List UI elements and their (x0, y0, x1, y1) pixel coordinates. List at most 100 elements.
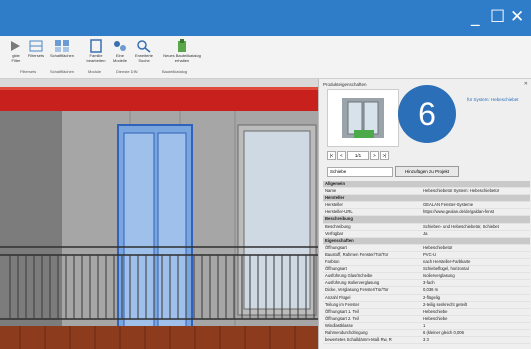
close-button[interactable]: ✕ (510, 7, 524, 27)
property-row[interactable]: Hersteller-URL https://www.gealan.de/de/g… (323, 209, 530, 217)
filter-icon (28, 39, 44, 53)
property-value: Schiebeflügel, horizontal (423, 266, 469, 272)
variant-select[interactable]: Schiebe (327, 167, 393, 177)
property-row[interactable]: Windlastklasse 1 (323, 323, 530, 330)
next-page-button[interactable]: > (370, 151, 379, 160)
property-key: Öffnungsart (325, 244, 347, 250)
minimize-button[interactable]: _ (471, 7, 480, 27)
property-key: Dicke, Verglasung Fenster/Tür/Tor (325, 287, 389, 293)
group-catalog: Bauteilkatalog (162, 69, 188, 74)
property-key: Name (325, 188, 337, 194)
panel-title: Produkteigenschaften (323, 82, 367, 87)
property-row[interactable]: Hersteller GEALAN Fenster-Systeme (323, 202, 530, 210)
property-row[interactable]: Ausführung Glas/Scheibe Isolierverglasung (323, 273, 530, 281)
property-key: Baustoff, Rahmen Fenster/Tür/Tor (325, 251, 389, 257)
property-row[interactable]: Ausführung Isolierverglasung 3-fach (323, 280, 530, 288)
property-value: Isolierverglasung (423, 273, 455, 279)
property-key: Öffnungsart 2. Teil (325, 315, 359, 321)
property-key: Beschreibung (325, 216, 353, 222)
property-value: 2-teilig senkrecht geteilt (423, 301, 467, 307)
property-value: Hebeschiebetür System: Hebeschiebetür (423, 188, 500, 194)
property-value: https://www.gealan.de/de/galdan-fenst (423, 209, 495, 215)
property-key: Hersteller (325, 195, 345, 201)
property-key: Ausführung Glas/Scheibe (325, 273, 373, 279)
product-preview-image (327, 89, 399, 147)
title-bar: _ ☐ ✕ (0, 0, 531, 36)
property-row[interactable]: Dicke, Verglasung Fenster/Tür/Tor 0,036 m (323, 287, 530, 295)
property-key: Öffnungsart (325, 266, 347, 272)
property-value: 2-flügelig (423, 294, 440, 300)
property-value: PVC-U (423, 251, 437, 257)
property-key: Beschreibung (325, 223, 351, 229)
property-key: Öffnungsart 1. Teil (325, 308, 359, 314)
building-render (0, 79, 318, 349)
property-value: Ja (423, 230, 428, 236)
ribbon: gkte Filter Filtersets Schaltflächen Fam… (0, 36, 531, 79)
property-value: GEALAN Fenster-Systeme (423, 202, 474, 208)
group-buttons: Schaltflächen (50, 69, 75, 74)
buttons-icon (54, 39, 70, 53)
search-icon (136, 39, 152, 53)
property-value: Hebeschiebe (423, 315, 448, 321)
property-key: Hersteller-URL (325, 209, 353, 215)
property-section-row[interactable]: Eigenschaften (323, 237, 530, 245)
property-key: Anzahl Flügel (325, 294, 351, 300)
filtersets-label: Filtersets (27, 53, 45, 58)
system-link[interactable]: für System: Hebeschiebet (467, 97, 519, 102)
catalog-label: Neues Bauteilkatalog erhalten (163, 53, 201, 63)
property-key: bewertetes Schalldämm-Maß Rw, R (325, 337, 392, 343)
property-key: Eigenschaften (325, 237, 354, 243)
property-key: Hersteller (325, 202, 343, 208)
property-row[interactable]: Verfügbar Ja (323, 231, 530, 238)
property-value: 6 (kleiner gleich 0,006 (423, 329, 464, 335)
pager: |< <1/1 > >| (327, 151, 390, 160)
property-section-row[interactable]: Beschreibung (323, 216, 530, 224)
property-value: 3-fach (423, 280, 435, 286)
property-row[interactable]: Farbton nach Hersteller-Farbkarte (323, 259, 530, 267)
property-key: Allgemein (325, 181, 346, 186)
property-key: Ausführung Isolierverglasung (325, 280, 380, 286)
advanced-search-label: Erweiterte Suche (134, 53, 153, 63)
property-value: Hebeschiebetür (423, 244, 453, 250)
properties-table: Allgemein Name Hebeschiebetür System: Hebe… (323, 181, 530, 345)
property-row[interactable]: Öffnungsart Hebeschiebetür (323, 245, 530, 252)
buttons-label: Schaltflächen (49, 53, 74, 58)
property-section-row[interactable]: Allgemein (323, 181, 530, 189)
prev-page-button[interactable]: < (337, 151, 346, 160)
model-icon (112, 39, 128, 53)
family-icon (88, 39, 104, 53)
property-value: nach Hersteller-Farbkarte (423, 259, 471, 265)
property-row[interactable]: Rahmendurchdringung 6 (kleiner gleich 0,0… (323, 329, 530, 338)
property-section-row[interactable]: Hersteller (323, 195, 530, 203)
page-indicator: 1/1 (347, 151, 369, 160)
property-row[interactable]: Beschreibung Schieben- und Hebeschiebetür… (323, 224, 530, 231)
property-value: 0,036 m (423, 287, 439, 293)
property-value: Schieben- und Hebeschiebetür, Schiebet (423, 223, 499, 229)
property-row[interactable]: Öffnungsart Schiebeflügel, horizontal (323, 266, 530, 274)
first-page-button[interactable]: |< (327, 151, 336, 160)
step-badge: 6 (398, 85, 456, 143)
last-page-button[interactable]: >| (380, 151, 389, 160)
property-key: Teilung im Fenster (325, 301, 360, 307)
property-row[interactable]: Baustoff, Rahmen Fenster/Tür/Tor PVC-U (323, 251, 530, 260)
property-row[interactable]: Öffnungsart 1. Teil Hebeschiebe (323, 309, 530, 316)
property-key: Farbton (325, 259, 340, 265)
model-viewport[interactable] (0, 79, 318, 349)
catalog-icon (174, 39, 190, 53)
add-to-project-button[interactable]: Hinzufügen zu Projekt (395, 166, 459, 177)
property-value: Hebeschiebe (423, 308, 448, 314)
property-value: 3 3 (423, 337, 429, 343)
property-row[interactable]: bewertetes Schalldämm-Maß Rw, R 3 3 (323, 337, 530, 345)
property-row[interactable]: Öffnungsart 2. Teil Hebeschiebe (323, 316, 530, 323)
maximize-button[interactable]: ☐ (490, 7, 505, 27)
group-dienste: Dienste DIN (116, 69, 138, 74)
property-key: Windlastklasse (325, 322, 353, 328)
property-row[interactable]: Name Hebeschiebetür System: Hebeschiebetü… (323, 188, 530, 196)
property-row[interactable]: Teilung im Fenster 2-teilig senkrecht get… (323, 302, 530, 309)
group-filtersets: Filtersets (20, 69, 37, 74)
property-row[interactable]: Anzahl Flügel 2-flügelig (323, 295, 530, 302)
property-value: 1 (423, 322, 426, 328)
panel-close-icon[interactable]: ✕ (524, 81, 528, 87)
property-key: Verfügbar (325, 230, 344, 236)
group-module: Module (88, 69, 102, 74)
